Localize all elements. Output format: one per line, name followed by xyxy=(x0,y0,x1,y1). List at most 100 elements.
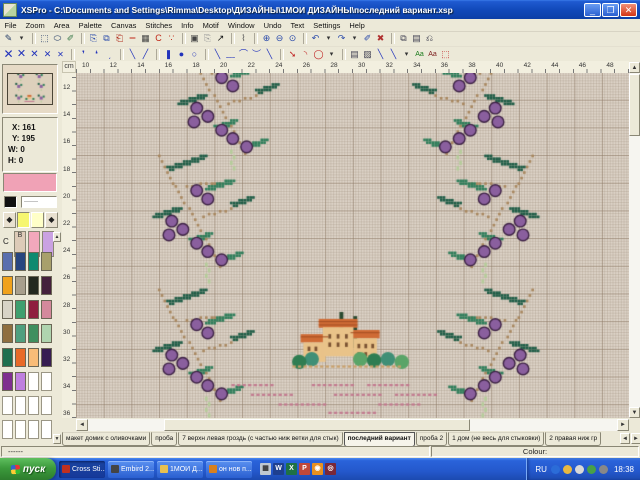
quarter-stitch-2-button[interactable]: ❛ xyxy=(90,48,103,61)
undo-dropdown-button[interactable]: ▾ xyxy=(322,32,335,45)
palette-swatch[interactable] xyxy=(15,420,26,439)
palette-swatch[interactable] xyxy=(41,300,52,319)
ellipse-dropdown-button[interactable]: ▾ xyxy=(325,48,338,61)
paste-button[interactable]: ⎗ xyxy=(113,32,126,45)
menu-text[interactable]: Text xyxy=(286,21,309,30)
scroll-left-button[interactable]: ◄ xyxy=(76,419,88,431)
motif-frame-2-button[interactable]: ▨ xyxy=(361,48,374,61)
zoom-out-button[interactable]: ⊖ xyxy=(273,32,286,45)
palette-scroll-up[interactable]: ▲ xyxy=(53,232,61,242)
image-frame-button[interactable]: ▣ xyxy=(188,32,201,45)
palette-swatch[interactable] xyxy=(41,252,52,271)
draw-pencil-button[interactable]: ✎ xyxy=(2,32,15,45)
french-knot-button[interactable]: ● xyxy=(175,48,188,61)
palette-swatch[interactable] xyxy=(2,276,13,295)
tray-icon-0[interactable] xyxy=(551,465,560,474)
yellow-pale-button[interactable] xyxy=(31,212,44,228)
menu-undo[interactable]: Undo xyxy=(259,21,286,30)
menu-canvas[interactable]: Canvas xyxy=(106,21,140,30)
menu-settings[interactable]: Settings xyxy=(309,21,345,30)
horizontal-scroll-thumb[interactable] xyxy=(164,419,470,431)
horizontal-scrollbar[interactable]: ◄ ► xyxy=(76,419,629,431)
tray-icon-2[interactable] xyxy=(575,465,584,474)
edit-pencil-button[interactable]: ✐ xyxy=(64,32,77,45)
pattern-preview[interactable] xyxy=(2,64,58,114)
half-cross-stitch-1-button[interactable]: ✕ xyxy=(41,48,54,61)
palette-scroll-down[interactable]: ▼ xyxy=(53,434,61,444)
tab-7 верхн лева[interactable]: 7 верхн левая гроздь (с частью ниж ветки… xyxy=(178,432,342,446)
thread-button[interactable]: ⌇ xyxy=(237,32,250,45)
long-stitch-button[interactable]: ➘ xyxy=(286,48,299,61)
palette-swatch[interactable] xyxy=(41,372,52,391)
vertical-stitch-button[interactable]: ❚ xyxy=(162,48,175,61)
palette-swatch[interactable] xyxy=(15,276,26,295)
tab-проба 2[interactable]: проба 2 xyxy=(416,432,447,446)
thread-code-field[interactable]: ------- xyxy=(21,196,57,208)
palette-swatch[interactable] xyxy=(15,372,26,391)
language-indicator[interactable]: RU xyxy=(535,465,547,474)
tab-1 дом (не ве[interactable]: 1 дом (не весь для стыковки) xyxy=(448,432,544,446)
line-dropdown-button[interactable]: ▾ xyxy=(400,48,413,61)
undo-button[interactable]: ↶ xyxy=(309,32,322,45)
palette-swatch[interactable] xyxy=(2,300,13,319)
bead-button[interactable]: ○ xyxy=(188,48,201,61)
menu-info[interactable]: Info xyxy=(177,21,199,30)
black-color-swatch[interactable] xyxy=(4,196,17,208)
curve-stitch-button[interactable]: ◝ xyxy=(299,48,312,61)
quarter-stitch-3-button[interactable]: ˏ xyxy=(103,48,116,61)
task-Embird 2...[interactable]: Embird 2... xyxy=(108,461,154,478)
app-gray-icon[interactable]: ▦ xyxy=(260,463,271,475)
redo-dropdown-button[interactable]: ▾ xyxy=(348,32,361,45)
redo-button[interactable]: ↷ xyxy=(335,32,348,45)
palette-swatch[interactable] xyxy=(41,420,52,439)
menu-help[interactable]: Help xyxy=(345,21,369,30)
palette-swatch[interactable] xyxy=(41,396,52,415)
backstitch-wave-button[interactable]: ﹏ xyxy=(224,48,237,61)
palette-swatch[interactable] xyxy=(15,300,26,319)
three-quarter-stitch-1-button[interactable]: ✕ xyxy=(15,48,28,61)
line-tool-2-button[interactable]: ╲ xyxy=(387,48,400,61)
start-button[interactable]: пуск xyxy=(0,458,56,480)
palette-swatch[interactable] xyxy=(2,348,13,367)
vertical-scrollbar[interactable]: ▲ ▼ xyxy=(629,62,640,418)
tray-icon-3[interactable] xyxy=(587,465,596,474)
motif-frame-1-button[interactable]: ▤ xyxy=(348,48,361,61)
pointer-arrow-button[interactable]: ↗ xyxy=(214,32,227,45)
diamond-left-button[interactable]: ◆ xyxy=(3,212,16,228)
menu-motif[interactable]: Motif xyxy=(198,21,223,30)
palette-swatch[interactable] xyxy=(28,300,39,319)
move-points-button[interactable]: ∵ xyxy=(165,32,178,45)
tab-scroll-left[interactable]: ◄ xyxy=(620,433,630,444)
palette-swatch[interactable] xyxy=(2,420,13,439)
copy-design-button[interactable]: ⧉ xyxy=(397,32,410,45)
line-tool-1-button[interactable]: ╲ xyxy=(374,48,387,61)
copy-button[interactable]: ⧉ xyxy=(100,32,113,45)
design-area[interactable] xyxy=(76,73,629,418)
palette-swatch[interactable] xyxy=(41,276,52,295)
app-red-icon[interactable]: P xyxy=(299,463,310,475)
ellipse-stitch-button[interactable]: ◯ xyxy=(312,48,325,61)
backstitch-arc-up-button[interactable]: ⌒ xyxy=(237,48,250,61)
palette-swatch[interactable] xyxy=(2,396,13,415)
app-orange-icon[interactable]: ◉ xyxy=(312,463,323,475)
palette-swatch[interactable] xyxy=(2,324,13,343)
palette-swatch[interactable] xyxy=(28,372,39,391)
yellow-selected-button[interactable] xyxy=(17,212,30,228)
app-excel-icon[interactable]: X xyxy=(286,463,297,475)
select-rect-button[interactable]: ⬚ xyxy=(38,32,51,45)
design-canvas[interactable] xyxy=(76,73,629,418)
select-lasso-button[interactable]: ⬭ xyxy=(51,32,64,45)
tab-макет домик[interactable]: макет домик с оливочками xyxy=(62,432,150,446)
close-button[interactable]: ✕ xyxy=(620,3,637,17)
app-maroon-icon[interactable]: ◎ xyxy=(325,463,336,475)
zoom-actual-button[interactable]: ⊙ xyxy=(286,32,299,45)
palette-swatch[interactable] xyxy=(41,348,52,367)
vertical-scroll-thumb[interactable] xyxy=(629,74,640,136)
palette-swatch[interactable] xyxy=(28,420,39,439)
task-он нов п...[interactable]: он нов п... xyxy=(206,461,252,478)
menu-file[interactable]: File xyxy=(0,21,21,30)
menu-stitches[interactable]: Stitches xyxy=(141,21,177,30)
draw-dropdown-button[interactable]: ▾ xyxy=(15,32,28,45)
zoom-in-button[interactable]: ⊕ xyxy=(260,32,273,45)
app-word-icon[interactable]: W xyxy=(273,463,284,475)
